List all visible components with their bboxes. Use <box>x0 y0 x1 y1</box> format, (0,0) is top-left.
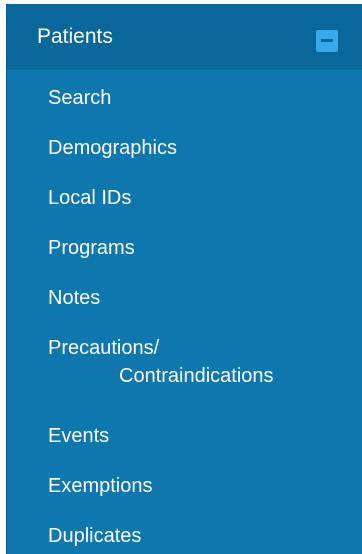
nav-item-label: Programs <box>48 237 135 259</box>
nav-item-label: Notes <box>48 287 101 309</box>
nav-item-programs[interactable]: Programs <box>48 236 135 260</box>
patients-nav-panel: Patients Search Demographics Local IDs P… <box>6 4 362 554</box>
nav-item-label: Search <box>48 87 112 109</box>
patients-section-header[interactable]: Patients <box>7 4 362 70</box>
nav-item-demographics[interactable]: Demographics <box>48 136 177 160</box>
nav-item-label: Duplicates <box>48 525 142 547</box>
minus-square-icon <box>321 39 333 42</box>
nav-item-label: Local IDs <box>48 187 132 209</box>
nav-item-label: Events <box>48 425 110 447</box>
nav-item-precautions-contraindications[interactable]: Precautions/ Contraindications <box>48 336 274 388</box>
nav-item-exemptions[interactable]: Exemptions <box>48 474 153 498</box>
nav-item-search[interactable]: Search <box>48 86 111 110</box>
nav-item-duplicates[interactable]: Duplicates <box>48 524 141 548</box>
nav-item-label: Precautions/ <box>48 337 160 359</box>
nav-item-label: Exemptions <box>48 475 153 497</box>
nav-item-label: Demographics <box>48 137 177 159</box>
nav-item-label-line2: Contraindications <box>119 365 274 387</box>
nav-item-local-ids[interactable]: Local IDs <box>48 186 131 210</box>
collapse-section-button[interactable] <box>316 30 338 52</box>
nav-item-events[interactable]: Events <box>48 424 109 448</box>
nav-item-notes[interactable]: Notes <box>48 286 100 310</box>
section-title: Patients <box>37 25 113 48</box>
